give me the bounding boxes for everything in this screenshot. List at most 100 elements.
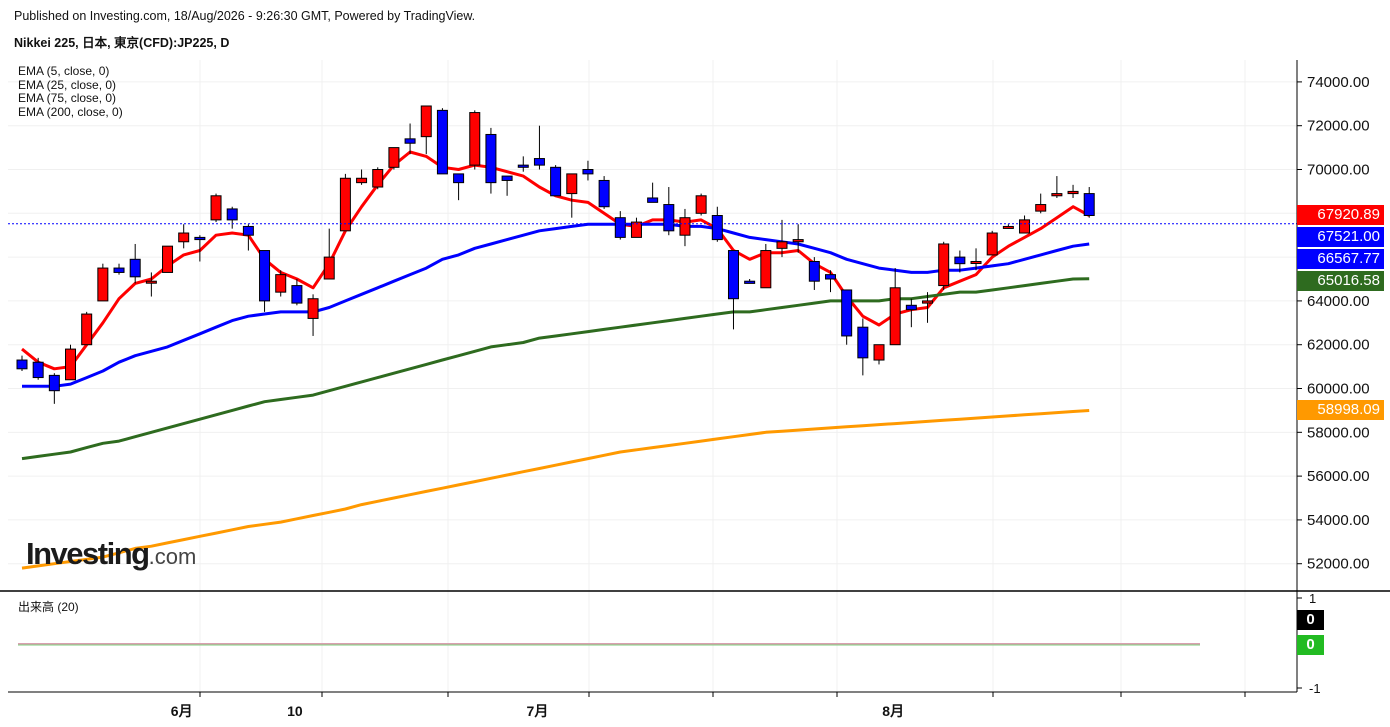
candle-body [598,179,610,208]
candle [938,241,950,290]
indicator-legend: EMA (5, close, 0) EMA (25, close, 0) EMA… [18,64,123,120]
candle-body [889,287,901,346]
candle [986,230,998,256]
candle-body [727,250,739,300]
candle [598,176,610,209]
x-tick-label: 8月 [882,703,904,719]
candle [614,211,626,240]
candle-body [857,326,869,359]
candle-body [760,250,772,289]
candle [566,173,578,218]
candle [1002,224,1014,229]
candle [792,224,804,253]
candle [582,160,594,181]
candle-body [162,245,174,273]
candle [889,268,901,346]
legend-ema5[interactable]: EMA (5, close, 0) [18,64,123,79]
candle [97,263,109,302]
y-tick-label: 72000.00 [1307,118,1370,135]
candle-body [453,173,465,184]
candle [339,173,351,232]
candle [113,263,125,275]
candle-body [307,298,319,319]
candle-body [129,258,141,278]
candles [16,105,1095,404]
candle [356,169,368,185]
y-tick-label: 64000.00 [1307,293,1370,310]
legend-ema200[interactable]: EMA (200, close, 0) [18,105,123,120]
candle-body [194,236,206,241]
candle [404,123,416,155]
candle-body [566,173,578,195]
candle [388,147,400,170]
candle-body [630,221,642,238]
y-tick-label: 62000.00 [1307,337,1370,354]
candle-body [32,361,44,379]
candle-body [469,112,481,166]
volume-panel: 1 0 -1 [18,591,1321,696]
candle-body [905,304,917,311]
candle-body [485,133,497,184]
candle-body [404,138,416,144]
candle [16,355,28,371]
candle-body [65,348,77,381]
candle [48,373,60,404]
price-label-ema200: 58998.09 [1297,400,1384,421]
candle-body [776,241,788,249]
candle [226,206,238,229]
candle-body [954,256,966,265]
candle [744,279,756,284]
candle-body [663,204,675,232]
candle-body [339,177,351,232]
candle [647,182,659,203]
y-tick-label: 70000.00 [1307,162,1370,179]
candle-body [259,250,271,302]
candle [727,250,739,330]
candle-body [533,158,545,166]
x-axis-ticks: 6月 10 7月 8月 [171,692,1246,719]
candle [420,105,432,155]
candle-body [436,109,448,175]
published-header: Published on Investing.com, 18/Aug/2026 … [14,9,476,23]
candle [307,294,319,336]
candle-body [808,260,820,282]
candle-body [356,177,368,184]
candle-body [873,344,885,361]
candle [841,289,853,345]
candle [178,224,190,249]
legend-ema75[interactable]: EMA (75, close, 0) [18,92,123,106]
candle-body [938,243,950,287]
x-tick-label: 10 [287,703,303,719]
candle-body [48,374,60,392]
y-tick-label: 52000.00 [1307,556,1370,573]
candle [65,344,77,381]
symbol-title: Nikkei 225, 日本, 東京(CFD):JP225, D [14,36,230,50]
volume-y-label: -1 [1309,681,1321,696]
candle-body [81,313,93,346]
candle-body [679,217,691,236]
candle-body [16,359,28,370]
candle [129,243,141,284]
grid-lines [8,60,1297,692]
y-tick-label: 54000.00 [1307,512,1370,529]
y-tick-label: 60000.00 [1307,381,1370,398]
candle [291,279,303,306]
candle [533,125,545,170]
y-tick-label: 74000.00 [1307,74,1370,91]
candle-body [841,289,853,337]
y-tick-label: 58000.00 [1307,424,1370,441]
volume-label[interactable]: 出来高 (20) [18,598,79,615]
candle-body [372,169,384,188]
y-tick-label: 56000.00 [1307,468,1370,485]
candle-body [275,274,287,293]
candle [825,270,836,293]
investing-logo: Investing.com [26,536,197,571]
candle-body [711,214,723,241]
candle [436,108,448,175]
price-label-ema75: 65016.58 [1297,271,1384,292]
x-tick-label: 7月 [527,703,549,719]
ema-lines [21,150,1090,570]
candle [873,344,885,365]
legend-ema25[interactable]: EMA (25, close, 0) [18,78,123,93]
candle [857,318,869,376]
